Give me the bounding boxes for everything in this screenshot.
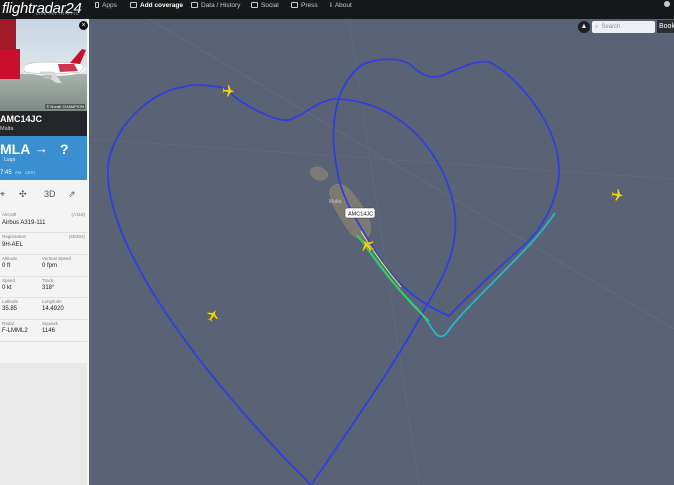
nav-about[interactable]: i About (330, 0, 352, 10)
aircraft-type-code: (A319) (71, 212, 85, 217)
nav-social-label: Social (261, 1, 279, 9)
database-icon (191, 2, 198, 8)
longitude-value: 14.4920 (42, 306, 64, 312)
map-gridline (89, 138, 674, 180)
phone-icon (95, 2, 99, 8)
map-view[interactable]: Malta AMC14JC (89, 19, 674, 485)
aircraft-info-panel: © Norah CHAMPION AMC14JC Malta MLA → ? L… (0, 19, 89, 485)
departure-time-value: 7:45 (0, 170, 12, 176)
aircraft-row: Aircraft (A319) Airbus A319-111 (0, 209, 87, 233)
squawk-value: 1146 (42, 328, 55, 334)
route-icon[interactable]: ⌖ (0, 189, 5, 200)
origin-city: Luqa (4, 157, 16, 163)
aircraft-label: Aircraft (2, 212, 17, 217)
antenna-icon (130, 2, 137, 8)
panel-toolbar: ⌖ ✣ 3D ⇗ (0, 185, 87, 205)
nav-data-history[interactable]: Data / History (191, 0, 240, 10)
altitude-label: Altitude (2, 256, 18, 261)
track-value: 318° (42, 285, 55, 291)
aircraft-value: Airbus A319-111 (2, 220, 46, 226)
route-bar: MLA → ? Luqa 7:45 PM CEST (0, 136, 87, 180)
speed-label: Speed (2, 278, 16, 283)
logo-tagline: LIVE AIR TRAFFIC (36, 11, 80, 16)
radar-value: F-LMML2 (2, 328, 28, 334)
squawk-label: Squawk (42, 321, 59, 326)
departure-time: 7:45 PM CEST (0, 170, 36, 176)
gozo-island (309, 166, 329, 181)
vertical-speed-value: 0 fpm (42, 263, 58, 269)
view-3d-button[interactable]: 3D (44, 189, 56, 199)
speed-row: Speed 0 kt Track 318° (0, 276, 87, 298)
panel-empty-area (0, 363, 87, 485)
longitude-label: Longitude (42, 299, 62, 304)
destination-code: ? (60, 141, 69, 157)
nav-add-coverage-label: Add coverage (140, 1, 183, 9)
nav-press[interactable]: Press (291, 0, 318, 10)
megaphone-icon (291, 2, 298, 8)
bookmarks-button[interactable]: Book (657, 20, 674, 33)
route-arrow-icon: → (35, 141, 48, 156)
position-row: Latitude 35.85 Longitude 14.4920 (0, 297, 87, 320)
social-icon (251, 2, 258, 8)
nav-social[interactable]: Social (251, 0, 279, 10)
aircraft-photo-illustration (0, 19, 86, 84)
aircraft-icon[interactable] (610, 188, 625, 202)
compass-north-button[interactable]: ▲ (578, 21, 590, 33)
search-icon: ⌕ (595, 23, 599, 30)
departure-time-period: PM (15, 170, 22, 175)
search-input[interactable]: ⌕ Search (592, 21, 655, 33)
registration-label: Registration (2, 234, 27, 239)
flight-track-heart-right (332, 58, 560, 318)
aircraft-photo[interactable]: © Norah CHAMPION (0, 19, 87, 111)
flight-track-heart-left (107, 84, 457, 485)
nav-add-coverage[interactable]: Add coverage (130, 0, 183, 10)
airline-name: Malta (0, 126, 14, 132)
info-icon: i (330, 1, 332, 9)
nav-apps[interactable]: Apps (95, 0, 117, 10)
nav-about-label: About (334, 1, 352, 9)
flight-label-text: AMC14JC (348, 212, 373, 218)
photo-credit: © Norah CHAMPION (45, 104, 85, 109)
altitude-row: Altitude 0 ft Vertical Speed 0 fpm (0, 254, 87, 277)
top-navigation-bar: flightradar24 LIVE AIR TRAFFIC Apps Add … (0, 0, 674, 19)
nav-apps-label: Apps (102, 1, 117, 9)
registration-row: Registration (4D202) 9H-AEL (0, 232, 87, 255)
callsign-bar: AMC14JC Malta (0, 111, 87, 136)
altitude-value: 0 ft (2, 263, 11, 269)
latitude-value: 35.85 (2, 306, 18, 312)
user-icon[interactable] (664, 1, 670, 7)
map-canvas: Malta AMC14JC (89, 19, 674, 485)
latitude-label: Latitude (2, 299, 19, 304)
registration-code: (4D202) (68, 234, 85, 239)
radar-label: Radar (2, 321, 15, 326)
map-place-label: Malta (329, 199, 341, 205)
nav-data-history-label: Data / History (201, 1, 241, 9)
nav-press-label: Press (301, 1, 318, 9)
departure-time-zone: CEST (25, 170, 36, 175)
speed-value: 0 kt (2, 285, 12, 291)
aircraft-icon[interactable] (205, 307, 222, 324)
close-panel-button[interactable]: × (79, 21, 88, 30)
origin-code[interactable]: MLA (0, 141, 30, 157)
follow-aircraft-icon[interactable]: ✣ (19, 189, 27, 200)
flight-callsign: AMC14JC (0, 114, 43, 124)
radar-row: Radar F-LMML2 Squawk 1146 (0, 319, 87, 342)
search-placeholder: Search (601, 24, 621, 30)
share-icon[interactable]: ⇗ (68, 189, 76, 200)
vertical-speed-label: Vertical Speed (42, 256, 72, 261)
track-label: Track (42, 278, 54, 283)
registration-value: 9H-AEL (2, 242, 24, 248)
